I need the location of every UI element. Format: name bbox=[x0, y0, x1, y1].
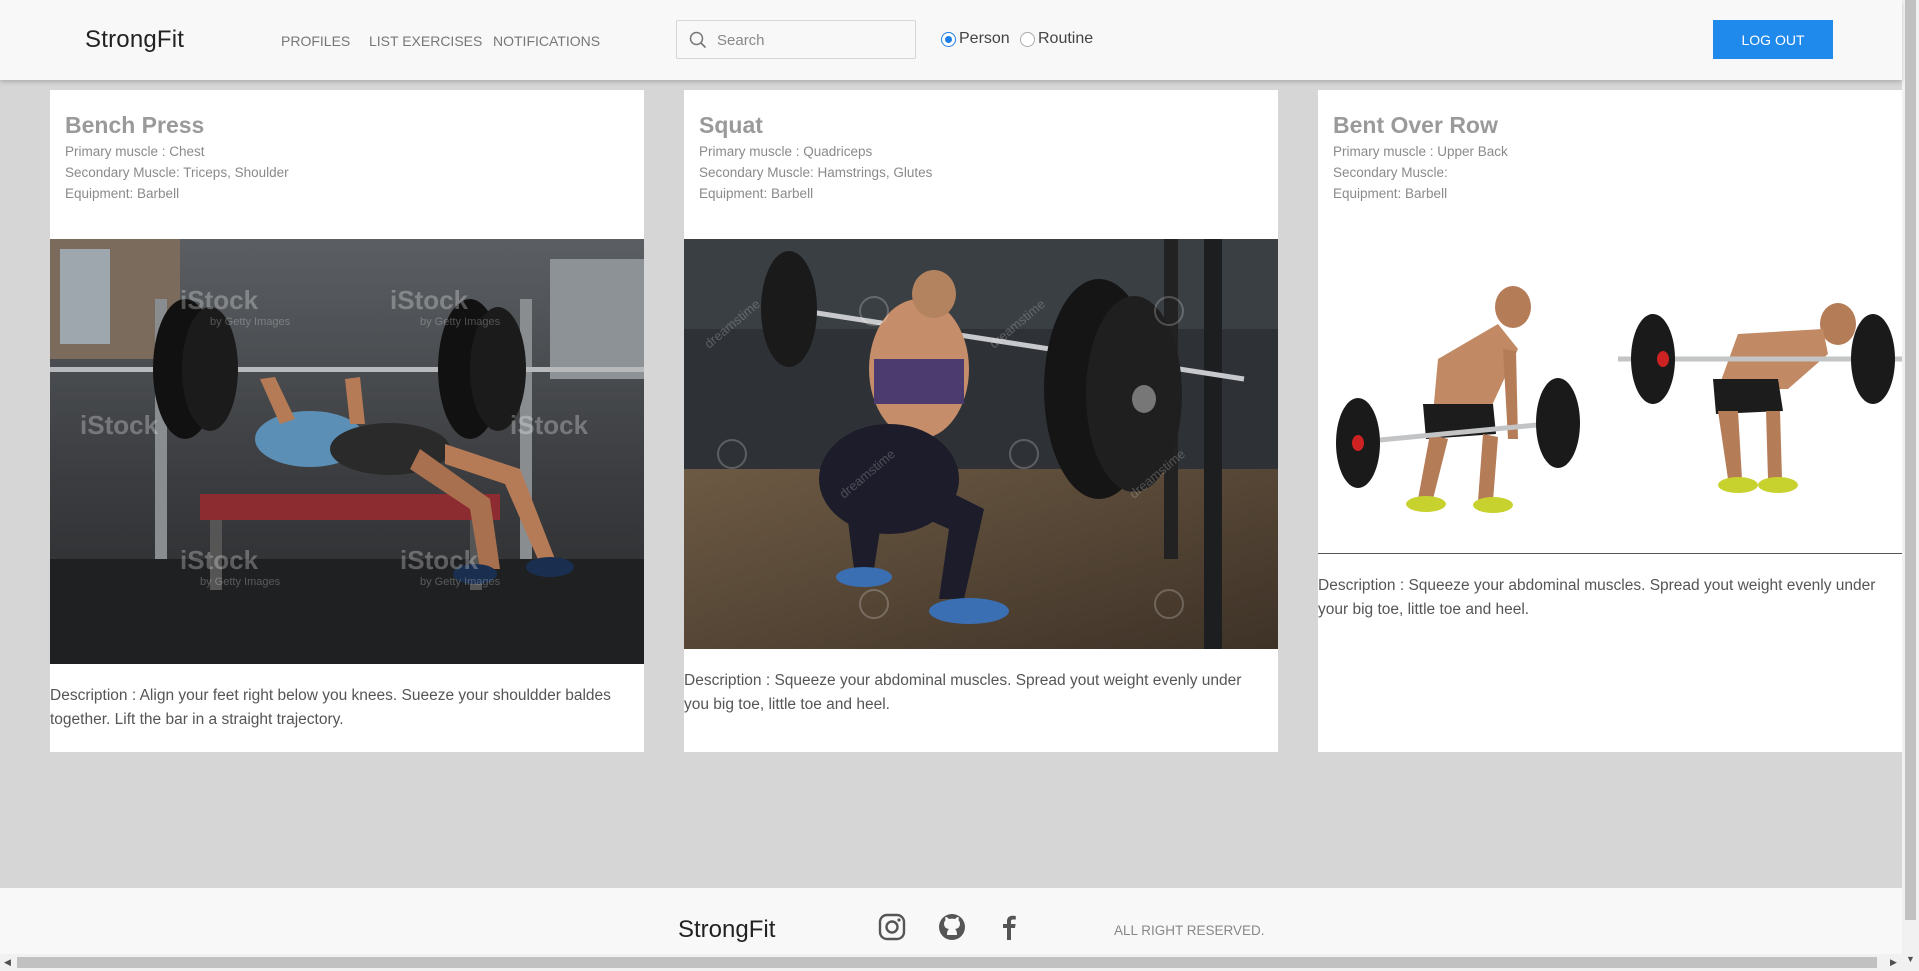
scroll-left-arrow-icon[interactable]: ◀ bbox=[4, 957, 11, 968]
svg-text:iStock: iStock bbox=[400, 545, 479, 575]
bench-press-image: iStock iStock iStock iStock iStock iStoc… bbox=[50, 239, 644, 664]
card-secondary-muscle: Secondary Muscle: Triceps, Shoulder bbox=[65, 165, 289, 180]
brand-logo[interactable]: StrongFit bbox=[85, 26, 184, 54]
card-description: Description : Align your feet right belo… bbox=[50, 687, 611, 728]
radio-routine-label: Routine bbox=[1038, 30, 1094, 47]
card-equipment: Equipment: Barbell bbox=[1333, 186, 1448, 201]
search-box[interactable] bbox=[676, 20, 916, 59]
image-divider bbox=[1318, 553, 1912, 554]
exercise-card-bent-over-row[interactable]: Bent Over Row Primary muscle : Upper Bac… bbox=[1318, 90, 1912, 752]
card-equipment: Equipment: Barbell bbox=[65, 186, 180, 201]
card-equipment: Equipment: Barbell bbox=[699, 186, 814, 201]
card-primary-muscle: Primary muscle : Upper Back bbox=[1333, 144, 1508, 159]
footer-brand: StrongFit bbox=[678, 916, 776, 943]
top-navbar: StrongFit PROFILES LIST EXERCISES NOTIFI… bbox=[0, 0, 1902, 80]
footer-rights: ALL RIGHT RESERVED. bbox=[1114, 923, 1265, 938]
svg-text:by Getty Images: by Getty Images bbox=[210, 316, 291, 328]
svg-text:by Getty Images: by Getty Images bbox=[420, 576, 501, 588]
svg-text:by Getty Images: by Getty Images bbox=[420, 316, 501, 328]
card-title: Bent Over Row bbox=[1333, 112, 1498, 138]
card-secondary-muscle: Secondary Muscle: Hamstrings, Glutes bbox=[699, 165, 933, 180]
github-icon[interactable] bbox=[938, 913, 966, 946]
radio-person[interactable]: Person bbox=[941, 30, 1010, 48]
svg-text:iStock: iStock bbox=[390, 285, 469, 315]
card-title: Bench Press bbox=[65, 112, 205, 138]
radio-routine-control[interactable] bbox=[1020, 31, 1035, 47]
card-description: Description : Squeeze your abdominal mus… bbox=[684, 672, 1242, 713]
card-secondary-muscle: Secondary Muscle: bbox=[1333, 165, 1448, 180]
radio-person-label: Person bbox=[959, 30, 1010, 47]
card-description: Description : Squeeze your abdominal mus… bbox=[1318, 577, 1876, 618]
scroll-down-arrow-icon[interactable]: ▼ bbox=[1906, 954, 1915, 964]
exercise-card-bench-press[interactable]: Bench Press Primary muscle : Chest Secon… bbox=[50, 90, 644, 752]
vertical-scrollbar-thumb[interactable] bbox=[1905, 0, 1916, 920]
card-title: Squat bbox=[699, 112, 763, 138]
card-primary-muscle: Primary muscle : Quadriceps bbox=[699, 144, 873, 159]
search-icon bbox=[689, 31, 707, 49]
radio-routine[interactable]: Routine bbox=[1020, 30, 1093, 48]
nav-profiles[interactable]: PROFILES bbox=[281, 33, 350, 49]
svg-text:iStock: iStock bbox=[510, 410, 589, 440]
svg-text:iStock: iStock bbox=[180, 285, 259, 315]
svg-text:iStock: iStock bbox=[80, 410, 159, 440]
search-input[interactable] bbox=[717, 28, 907, 52]
facebook-icon[interactable] bbox=[998, 913, 1020, 946]
scroll-right-arrow-icon[interactable]: ▶ bbox=[1890, 957, 1897, 968]
nav-notifications[interactable]: NOTIFICATIONS bbox=[493, 33, 600, 49]
card-primary-muscle: Primary muscle : Chest bbox=[65, 144, 205, 159]
logout-button[interactable]: LOG OUT bbox=[1713, 20, 1833, 59]
horizontal-scrollbar-thumb[interactable] bbox=[17, 957, 1877, 968]
svg-text:iStock: iStock bbox=[180, 545, 259, 575]
instagram-icon[interactable] bbox=[878, 913, 906, 946]
svg-text:by Getty Images: by Getty Images bbox=[200, 576, 281, 588]
nav-list-exercises[interactable]: LIST EXERCISES bbox=[369, 33, 482, 49]
exercise-card-squat[interactable]: Squat Primary muscle : Quadriceps Second… bbox=[684, 90, 1278, 752]
squat-image: dreamstime dreamstime dreamstime dreamst… bbox=[684, 239, 1278, 649]
radio-person-control[interactable] bbox=[941, 31, 956, 47]
